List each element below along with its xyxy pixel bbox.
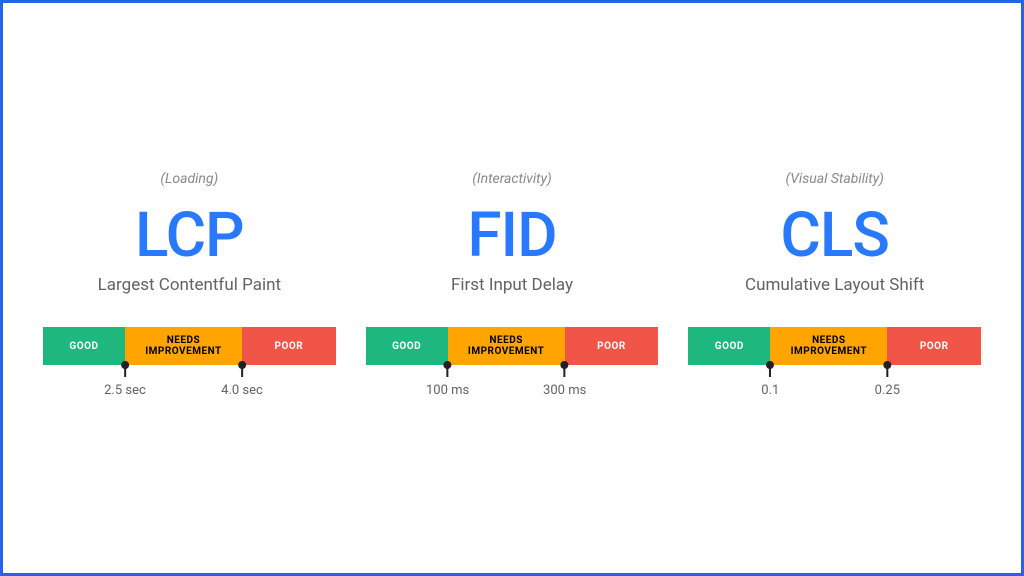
fid-fullname: First Input Delay [451, 275, 573, 295]
threshold-marker-icon [241, 365, 243, 377]
fid-segment-needs: NEEDS IMPROVEMENT [448, 327, 565, 365]
cls-category: (Visual Stability) [785, 171, 883, 187]
lcp-threshold-high: 4.0 sec [221, 365, 263, 398]
cls-bar-wrapper: GOOD NEEDS IMPROVEMENT POOR 0.1 0.25 [688, 327, 981, 405]
lcp-fullname: Largest Contentful Paint [98, 275, 281, 295]
cls-segment-needs: NEEDS IMPROVEMENT [770, 327, 887, 365]
cls-threshold-low-label: 0.1 [761, 383, 779, 398]
fid-abbr: FID [467, 205, 556, 267]
fid-threshold-low-label: 100 ms [426, 383, 469, 398]
fid-threshold-high: 300 ms [543, 365, 586, 398]
threshold-marker-icon [564, 365, 566, 377]
cls-segment-good: GOOD [688, 327, 770, 365]
lcp-abbr: LCP [135, 205, 244, 267]
cls-threshold-low: 0.1 [761, 365, 779, 398]
lcp-segment-needs: NEEDS IMPROVEMENT [125, 327, 242, 365]
lcp-thresholds: 2.5 sec 4.0 sec [43, 365, 336, 405]
lcp-bar-wrapper: GOOD NEEDS IMPROVEMENT POOR 2.5 sec 4.0 … [43, 327, 336, 405]
cls-threshold-high: 0.25 [875, 365, 900, 398]
cls-fullname: Cumulative Layout Shift [745, 275, 924, 295]
fid-threshold-high-label: 300 ms [543, 383, 586, 398]
metric-lcp: (Loading) LCP Largest Contentful Paint G… [43, 171, 336, 405]
lcp-threshold-low: 2.5 sec [104, 365, 146, 398]
lcp-segment-good: GOOD [43, 327, 125, 365]
lcp-category: (Loading) [160, 171, 218, 187]
cls-abbr: CLS [780, 205, 889, 267]
fid-segment-poor: POOR [565, 327, 659, 365]
metric-cls: (Visual Stability) CLS Cumulative Layout… [688, 171, 981, 405]
cls-bar: GOOD NEEDS IMPROVEMENT POOR [688, 327, 981, 365]
metric-fid: (Interactivity) FID First Input Delay GO… [366, 171, 659, 405]
core-web-vitals-diagram: (Loading) LCP Largest Contentful Paint G… [43, 171, 981, 405]
fid-bar-wrapper: GOOD NEEDS IMPROVEMENT POOR 100 ms 300 m… [366, 327, 659, 405]
lcp-threshold-low-label: 2.5 sec [104, 383, 146, 398]
threshold-marker-icon [447, 365, 449, 377]
fid-category: (Interactivity) [472, 171, 552, 187]
fid-bar: GOOD NEEDS IMPROVEMENT POOR [366, 327, 659, 365]
fid-threshold-low: 100 ms [426, 365, 469, 398]
fid-segment-good: GOOD [366, 327, 448, 365]
threshold-marker-icon [886, 365, 888, 377]
fid-thresholds: 100 ms 300 ms [366, 365, 659, 405]
lcp-bar: GOOD NEEDS IMPROVEMENT POOR [43, 327, 336, 365]
lcp-threshold-high-label: 4.0 sec [221, 383, 263, 398]
threshold-marker-icon [769, 365, 771, 377]
cls-segment-poor: POOR [887, 327, 981, 365]
cls-threshold-high-label: 0.25 [875, 383, 900, 398]
threshold-marker-icon [124, 365, 126, 377]
lcp-segment-poor: POOR [242, 327, 336, 365]
cls-thresholds: 0.1 0.25 [688, 365, 981, 405]
